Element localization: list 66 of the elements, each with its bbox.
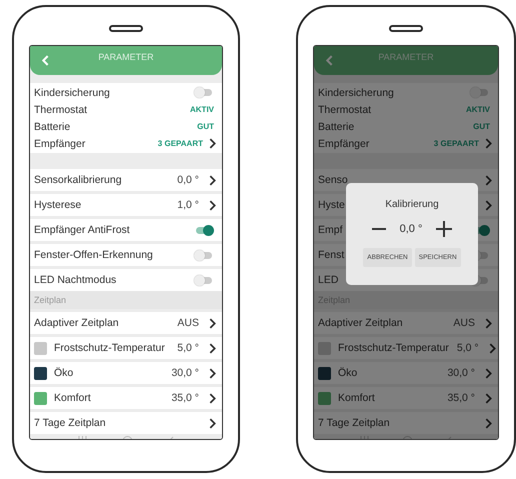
setting-label: Öko	[338, 367, 358, 379]
setting-label: Empfänger	[318, 138, 370, 150]
setting-value: AUS	[177, 317, 199, 329]
setting-label: Frostschutz-Temperatur	[338, 342, 449, 354]
chevron-right-icon[interactable]	[209, 138, 216, 149]
chevron-right-icon[interactable]	[209, 318, 216, 328]
toggle-switch[interactable]	[196, 276, 212, 284]
setting-label: Adaptiver Zeitplan	[34, 317, 119, 329]
toggle-switch[interactable]	[196, 89, 212, 96]
status-value: AKTIV	[190, 105, 214, 114]
section-header: Zeitplan	[33, 294, 68, 307]
setting-label: LED	[318, 274, 338, 286]
chevron-right-icon[interactable]	[209, 200, 216, 210]
setting-label: Komfort	[54, 392, 91, 404]
status-value: AKTIV	[466, 105, 490, 114]
toggle-switch[interactable]	[196, 252, 212, 258]
setting-label: Komfort	[338, 392, 375, 404]
calibration-value: 0,0 °	[400, 223, 422, 235]
setting-label: 7 Tage Zeitplan	[34, 417, 106, 429]
chevron-right-icon[interactable]	[209, 342, 216, 354]
setting-label: Empfänger	[34, 138, 86, 150]
setting-label: Batterie	[318, 120, 354, 132]
setting-label: Kindersicherung	[34, 86, 110, 98]
setting-value: 35,0 °	[171, 392, 199, 404]
chevron-right-icon[interactable]	[209, 174, 216, 186]
status-value: 3 GEPAART	[434, 139, 479, 148]
setting-value: 30,0 °	[447, 367, 475, 379]
setting-value: 35,0 °	[447, 392, 475, 404]
toggle-switch[interactable]	[472, 89, 488, 96]
setting-value: 30,0 °	[171, 367, 199, 379]
chevron-right-icon[interactable]	[209, 392, 216, 404]
screen-title: PARAMETER	[377, 52, 435, 62]
setting-value: 1,0 °	[177, 199, 199, 211]
back-icon[interactable]	[42, 55, 49, 66]
plus-icon[interactable]	[436, 221, 452, 237]
setting-label: Frostschutz-Temperatur	[54, 342, 165, 354]
setting-label: Thermostat	[318, 104, 372, 116]
chevron-right-icon[interactable]	[209, 418, 216, 428]
setting-label: 7 Tage Zeitplan	[318, 417, 390, 429]
chevron-right-icon[interactable]	[209, 368, 216, 378]
speaker-slot	[109, 25, 143, 32]
toggle-switch[interactable]	[196, 226, 212, 234]
setting-label: Senso	[318, 174, 348, 186]
status-value: GUT	[197, 122, 214, 131]
speaker-slot	[389, 25, 423, 32]
setting-value: 5,0 °	[456, 342, 479, 354]
setting-label: Adaptiver Zeitplan	[318, 317, 403, 329]
setting-label: Sensorkalibrierung	[34, 174, 122, 186]
setting-label: Fenster-Offen-Erkennung	[34, 249, 153, 261]
status-value: 3 GEPAART	[158, 139, 203, 148]
setting-label: Empfänger AntiFrost	[34, 224, 130, 236]
setting-value: AUS	[453, 317, 475, 329]
setting-value: 5,0 °	[177, 342, 199, 354]
screen-title: PARAMETER	[97, 52, 155, 62]
setting-label: Batterie	[34, 120, 70, 132]
setting-label: Hyste	[318, 199, 345, 211]
setting-label: Fenst	[318, 249, 344, 261]
setting-label: Hysterese	[34, 199, 82, 211]
setting-label: LED Nachtmodus	[34, 274, 116, 286]
setting-label: Kindersicherung	[318, 86, 394, 98]
setting-label: Öko	[54, 367, 74, 379]
setting-label: Empf	[318, 224, 343, 236]
status-value: GUT	[473, 122, 490, 131]
setting-label: Thermostat	[34, 104, 88, 116]
dialog-title: Kalibrierung	[385, 199, 439, 210]
setting-value: 0,0 °	[177, 174, 199, 186]
